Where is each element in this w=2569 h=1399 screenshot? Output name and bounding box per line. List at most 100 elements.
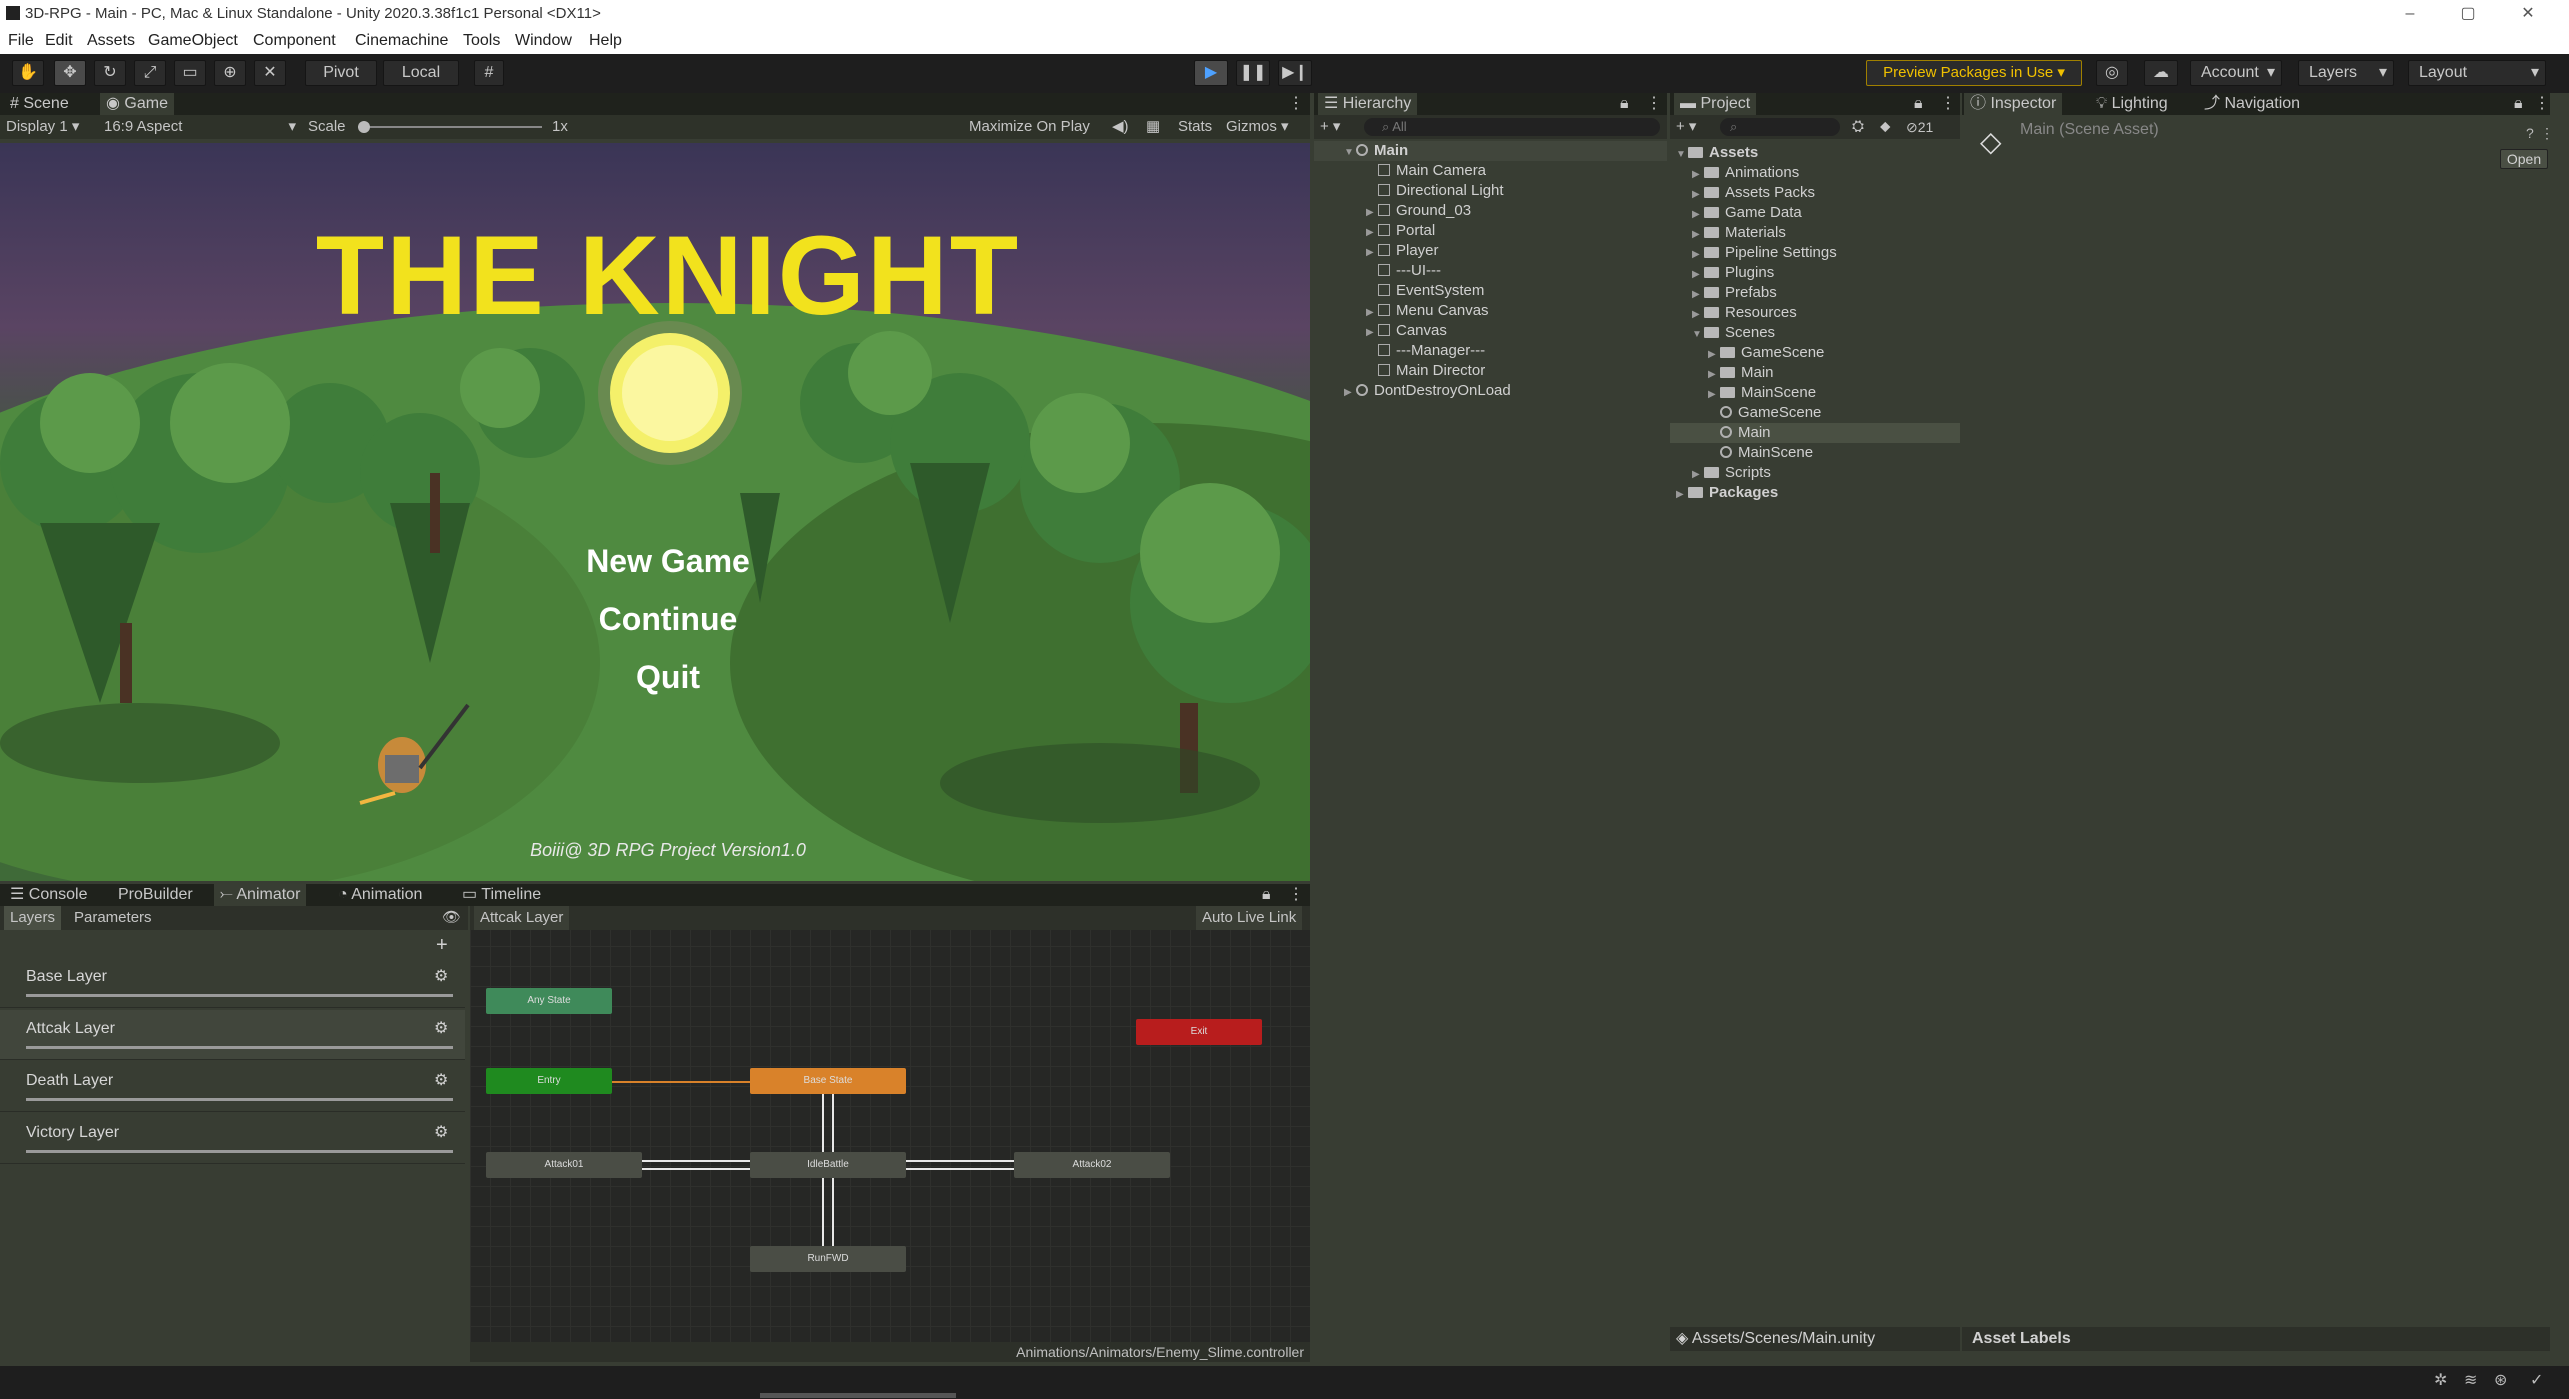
expand-right-icon[interactable]: ▶ [1692,165,1704,185]
panel-menu-icon[interactable]: ⋮ [1288,93,1304,115]
play-button[interactable]: ▶ [1194,60,1228,86]
layer-item[interactable]: Attcak Layer ⚙ [0,1010,465,1060]
hierarchy-item[interactable]: ---UI--- [1314,261,1667,281]
expand-down-icon[interactable]: ▼ [1676,145,1688,165]
expand-right-icon[interactable]: ▶ [1676,485,1688,505]
project-item[interactable]: ▶ Game Data [1670,203,1960,223]
expand-right-icon[interactable]: ▶ [1708,345,1720,365]
project-item[interactable]: ▶ Animations [1670,163,1960,183]
grid-snap-icon[interactable]: # [474,60,504,86]
menu-assets[interactable]: Assets [87,27,135,54]
tab-scene[interactable]: # Scene [4,93,75,115]
transition-arrow[interactable] [822,1178,824,1246]
project-search-input[interactable]: ⌕ [1720,118,1840,136]
panel-menu-icon[interactable]: ⋮ [2534,93,2550,115]
lock-icon[interactable]: 🔒︎ [1914,93,1923,115]
project-item[interactable]: ▶ Resources [1670,303,1960,323]
tab-hierarchy[interactable]: ☰ Hierarchy [1318,93,1418,115]
rect-tool-icon[interactable]: ▭ [174,60,206,86]
hierarchy-item[interactable]: ▶ Portal [1314,221,1667,241]
lock-icon[interactable]: 🔒︎ [1620,93,1629,115]
add-layer-icon[interactable]: + [436,934,448,957]
expand-right-icon[interactable]: ▶ [1708,365,1720,385]
hierarchy-item[interactable]: ▶ Ground_03 [1314,201,1667,221]
transition-arrow[interactable] [906,1168,1014,1170]
stats-toggle[interactable]: Stats [1178,115,1212,139]
menu-cinemachine[interactable]: Cinemachine [355,27,448,54]
run-fwd-node[interactable]: RunFWD [750,1246,906,1272]
auto-live-link-toggle[interactable]: Auto Live Link [1196,906,1303,930]
step-button[interactable]: ▶❙ [1278,60,1312,86]
pause-button[interactable]: ❚❚ [1236,60,1270,86]
expand-right-icon[interactable]: ▶ [1692,285,1704,305]
aspect-dropdown[interactable]: 16:9 Aspect ▾ [104,115,296,139]
menu-edit[interactable]: Edit [45,27,73,54]
expand-right-icon[interactable]: ▶ [1366,243,1378,263]
transition-arrow[interactable] [612,1081,750,1083]
menu-component[interactable]: Component [253,27,336,54]
hierarchy-item[interactable]: ▶ Canvas [1314,321,1667,341]
transition-arrow[interactable] [832,1178,834,1246]
layer-item[interactable]: Victory Layer ⚙ [0,1114,465,1164]
tab-timeline[interactable]: ▭ Timeline [456,884,547,906]
stack-icon[interactable]: ≋ [2464,1370,2477,1390]
gear-icon[interactable]: ⚙ [434,1018,448,1038]
horizontal-scrollbar-thumb[interactable] [760,1393,956,1398]
project-item[interactable]: ▼ Assets [1670,143,1960,163]
expand-right-icon[interactable]: ▶ [1366,323,1378,343]
expand-right-icon[interactable]: ▶ [1366,203,1378,223]
new-game-button[interactable]: New Game [0,543,1310,580]
expand-right-icon[interactable]: ▶ [1366,223,1378,243]
expand-right-icon[interactable]: ▶ [1692,185,1704,205]
tab-probuilder[interactable]: ProBuilder [112,884,199,906]
gear-icon[interactable]: ⚙ [434,1122,448,1142]
hierarchy-search-input[interactable]: ⌕ All [1364,118,1660,136]
filter-type-icon[interactable]: ⛭ [1852,115,1864,139]
attack02-node[interactable]: Attack02 [1014,1152,1170,1178]
expand-right-icon[interactable]: ▶ [1692,225,1704,245]
gizmos-toggle[interactable]: Gizmos ▾ [1226,115,1289,139]
transition-arrow[interactable] [906,1160,1014,1162]
scale-slider[interactable] [358,126,542,128]
mute-audio-icon[interactable]: ◀) [1112,115,1129,139]
panel-menu-icon[interactable]: ⋮ [1940,93,1956,115]
hierarchy-item[interactable]: ---Manager--- [1314,341,1667,361]
tab-layers[interactable]: Layers [4,906,62,930]
project-item[interactable]: ▶ Pipeline Settings [1670,243,1960,263]
help-icon[interactable]: ? [2526,125,2534,141]
hierarchy-item[interactable]: ▶ Menu Canvas [1314,301,1667,321]
hierarchy-item[interactable]: ▼ Main [1314,141,1667,161]
expand-right-icon[interactable]: ▶ [1692,305,1704,325]
transition-arrow[interactable] [822,1094,824,1152]
account-dropdown[interactable]: Account ▾ [2190,60,2282,86]
hierarchy-item[interactable]: Main Director [1314,361,1667,381]
project-item[interactable]: ▶ GameScene [1670,343,1960,363]
custom-tool-icon[interactable]: ✕ [254,60,286,86]
display-dropdown[interactable]: Display 1 ▾ [6,115,79,139]
project-item[interactable]: ▶ MainScene [1670,383,1960,403]
pivot-toggle[interactable]: Pivot [305,60,377,86]
bug-icon[interactable]: ✲ [2434,1370,2447,1390]
maximize-on-play-toggle[interactable]: Maximize On Play [969,115,1090,139]
lock-icon[interactable]: 🔒︎ [1262,884,1271,906]
menu-tools[interactable]: Tools [463,27,500,54]
expand-right-icon[interactable]: ▶ [1344,383,1356,403]
settings-menu-icon[interactable]: ⋮ [2540,125,2554,142]
project-item[interactable]: ▶ Materials [1670,223,1960,243]
check-icon[interactable]: ✓ [2530,1370,2543,1390]
animator-graph[interactable]: Attcak Layer Auto Live Link Any State Ex… [470,906,1310,1362]
layout-dropdown[interactable]: Layout ▾ [2408,60,2546,86]
panel-menu-icon[interactable]: ⋮ [1646,93,1662,115]
project-item[interactable]: ▶ Prefabs [1670,283,1960,303]
create-plus-icon[interactable]: + ▾ [1320,115,1340,139]
project-item[interactable]: Main [1670,423,1960,443]
project-item[interactable]: ▶ Assets Packs [1670,183,1960,203]
stats-grid-icon[interactable]: ▦ [1146,115,1160,139]
project-item[interactable]: ▼ Scenes [1670,323,1960,343]
lock-icon[interactable]: 🔒︎ [2514,93,2523,115]
tab-lighting[interactable]: 💡︎ Lighting [2090,93,2174,115]
any-state-node[interactable]: Any State [486,988,612,1014]
game-view[interactable]: THE KNIGHT New Game Continue Quit Boiii@… [0,143,1310,881]
hierarchy-item[interactable]: ▶ Player [1314,241,1667,261]
hidden-count[interactable]: ⊘21 [1906,115,1933,139]
